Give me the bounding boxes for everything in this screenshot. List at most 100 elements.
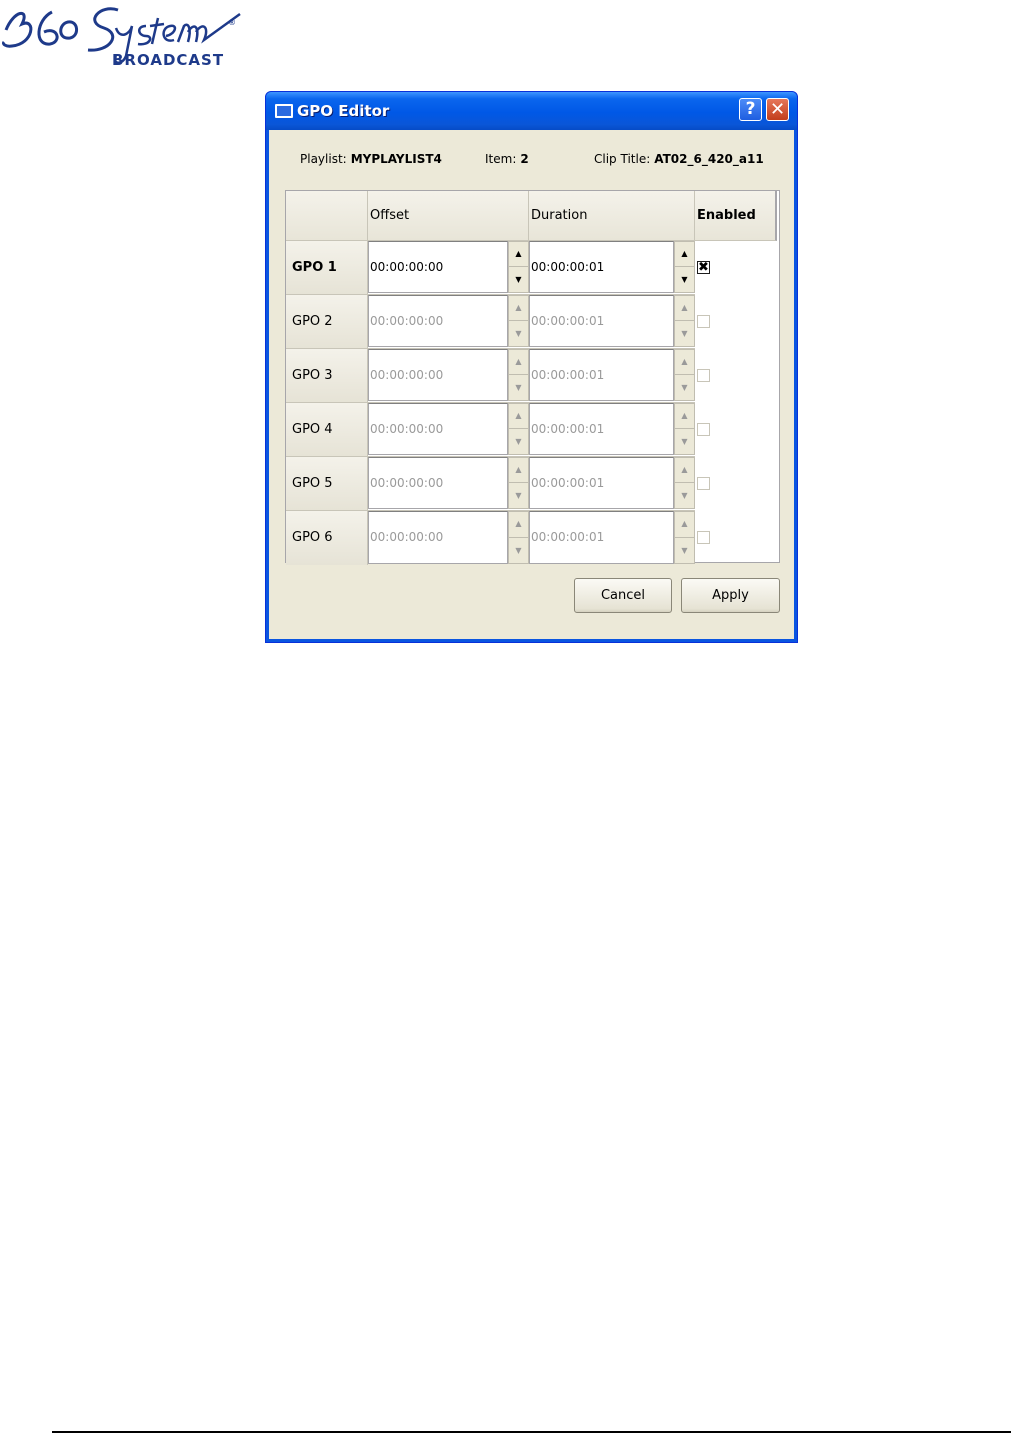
offset-spinbox-gpo-2: 00:00:00:00 ▲ ▼ [368, 295, 529, 349]
duration-input-gpo-4[interactable]: 00:00:00:01 [529, 403, 674, 455]
enabled-checkbox-gpo-1[interactable]: ✖ [697, 261, 710, 274]
row-header-gpo-1: GPO 1 [286, 241, 368, 295]
360-systems-logo: ® BROADCAST [0, 0, 250, 70]
spin-down-icon[interactable]: ▼ [509, 320, 528, 346]
duration-spinbox-gpo-1: 00:00:00:01 ▲ ▼ [529, 241, 695, 295]
duration-input-gpo-6[interactable]: 00:00:00:01 [529, 511, 674, 564]
offset-spin-buttons: ▲ ▼ [508, 457, 529, 509]
offset-spinbox-gpo-4: 00:00:00:00 ▲ ▼ [368, 403, 529, 457]
gpo-row-4: GPO 4 00:00:00:00 ▲ ▼ 00:00:00:01 ▲ ▼ [286, 403, 779, 457]
header-enabled[interactable]: Enabled [695, 191, 777, 241]
duration-spin-buttons: ▲ ▼ [674, 295, 695, 347]
offset-spin-buttons: ▲ ▼ [508, 403, 529, 455]
spin-up-icon[interactable]: ▲ [509, 350, 528, 375]
spin-down-icon[interactable]: ▼ [675, 266, 694, 292]
offset-input-gpo-2[interactable]: 00:00:00:00 [368, 295, 508, 347]
logo-graphic: ® BROADCAST [2, 7, 241, 69]
offset-spinbox-gpo-5: 00:00:00:00 ▲ ▼ [368, 457, 529, 511]
gpo-editor-dialog: GPO Editor ? ✕ Playlist: MYPLAYLIST4 Item… [265, 91, 798, 643]
offset-input-gpo-5[interactable]: 00:00:00:00 [368, 457, 508, 509]
spin-up-icon[interactable]: ▲ [675, 512, 694, 538]
spin-down-icon[interactable]: ▼ [675, 374, 694, 400]
spin-down-icon[interactable]: ▼ [675, 320, 694, 346]
gpo-label: GPO 5 [292, 476, 333, 491]
spin-up-icon[interactable]: ▲ [675, 404, 694, 429]
duration-spin-buttons: ▲ ▼ [674, 349, 695, 401]
help-button[interactable]: ? [739, 98, 762, 121]
duration-input-gpo-5[interactable]: 00:00:00:01 [529, 457, 674, 509]
spin-down-icon[interactable]: ▼ [509, 536, 528, 564]
offset-spinbox-gpo-6: 00:00:00:00 ▲ ▼ [368, 511, 529, 565]
cancel-button[interactable]: Cancel [574, 578, 672, 613]
duration-spinbox-gpo-6: 00:00:00:01 ▲ ▼ [529, 511, 695, 565]
duration-spin-buttons: ▲ ▼ [674, 241, 695, 293]
enabled-checkbox-gpo-3[interactable] [697, 369, 710, 382]
item-value: 2 [520, 152, 529, 166]
item-label: Item: [485, 152, 517, 166]
gpo-row-6: GPO 6 00:00:00:00 ▲ ▼ 00:00:00:01 ▲ ▼ [286, 511, 779, 565]
apply-button[interactable]: Apply [681, 578, 780, 613]
spin-up-icon[interactable]: ▲ [509, 512, 528, 538]
enabled-checkbox-gpo-2[interactable] [697, 315, 710, 328]
gpo-row-3: GPO 3 00:00:00:00 ▲ ▼ 00:00:00:01 ▲ ▼ [286, 349, 779, 403]
header-offset[interactable]: Offset [368, 191, 529, 241]
row-header-gpo-3: GPO 3 [286, 349, 368, 403]
spin-up-icon[interactable]: ▲ [675, 458, 694, 483]
offset-input-gpo-6[interactable]: 00:00:00:00 [368, 511, 508, 564]
spin-down-icon[interactable]: ▼ [675, 428, 694, 454]
spin-up-icon[interactable]: ▲ [509, 404, 528, 429]
gpo-row-2: GPO 2 00:00:00:00 ▲ ▼ 00:00:00:01 ▲ ▼ [286, 295, 779, 349]
gpo-row-5: GPO 5 00:00:00:00 ▲ ▼ 00:00:00:01 ▲ ▼ [286, 457, 779, 511]
duration-input-gpo-1[interactable]: 00:00:00:01 [529, 241, 674, 293]
header-duration[interactable]: Duration [529, 191, 695, 241]
gpo-grid: Offset Duration Enabled GPO 1 00:00:00:0… [285, 190, 780, 565]
dialog-client-area: Playlist: MYPLAYLIST4 Item: 2 Clip Title: A… [269, 130, 794, 639]
title-bar[interactable]: GPO Editor ? ✕ [266, 92, 797, 130]
playlist-value: MYPLAYLIST4 [350, 152, 442, 166]
spin-up-icon[interactable]: ▲ [509, 458, 528, 483]
spin-up-icon[interactable]: ▲ [509, 296, 528, 321]
enabled-checkbox-gpo-6[interactable] [697, 531, 710, 544]
offset-input-gpo-1[interactable]: 00:00:00:00 [368, 241, 508, 293]
spin-down-icon[interactable]: ▼ [675, 536, 694, 564]
enabled-cell-gpo-1: ✖ [695, 241, 779, 295]
spin-down-icon[interactable]: ▼ [509, 266, 528, 292]
spin-up-icon[interactable]: ▲ [675, 296, 694, 321]
enabled-cell-gpo-2 [695, 295, 779, 349]
duration-input-gpo-3[interactable]: 00:00:00:01 [529, 349, 674, 401]
header-offset-label: Offset [370, 208, 410, 223]
enabled-checkbox-gpo-5[interactable] [697, 477, 710, 490]
clip-title-value: AT02_6_420_a11 [654, 152, 764, 166]
offset-spin-buttons: ▲ ▼ [508, 241, 529, 293]
close-button[interactable]: ✕ [766, 98, 789, 121]
offset-spin-buttons: ▲ ▼ [508, 511, 529, 564]
gpo-label: GPO 1 [292, 260, 337, 275]
spin-down-icon[interactable]: ▼ [509, 482, 528, 508]
row-header-gpo-6: GPO 6 [286, 511, 368, 565]
offset-spin-buttons: ▲ ▼ [508, 349, 529, 401]
enabled-cell-gpo-5 [695, 457, 779, 511]
spin-down-icon[interactable]: ▼ [675, 482, 694, 508]
enabled-cell-gpo-3 [695, 349, 779, 403]
offset-spin-buttons: ▲ ▼ [508, 295, 529, 347]
spin-up-icon[interactable]: ▲ [675, 242, 694, 267]
duration-spinbox-gpo-2: 00:00:00:01 ▲ ▼ [529, 295, 695, 349]
enabled-checkbox-gpo-4[interactable] [697, 423, 710, 436]
spin-down-icon[interactable]: ▼ [509, 374, 528, 400]
row-header-gpo-4: GPO 4 [286, 403, 368, 457]
enabled-cell-gpo-4 [695, 403, 779, 457]
header-duration-label: Duration [531, 208, 588, 223]
duration-spinbox-gpo-3: 00:00:00:01 ▲ ▼ [529, 349, 695, 403]
enabled-cell-gpo-6 [695, 511, 779, 565]
spin-down-icon[interactable]: ▼ [509, 428, 528, 454]
gpo-label: GPO 4 [292, 422, 333, 437]
window-icon [275, 104, 293, 118]
duration-spin-buttons: ▲ ▼ [674, 403, 695, 455]
spin-up-icon[interactable]: ▲ [675, 350, 694, 375]
offset-input-gpo-4[interactable]: 00:00:00:00 [368, 403, 508, 455]
offset-input-gpo-3[interactable]: 00:00:00:00 [368, 349, 508, 401]
spin-up-icon[interactable]: ▲ [509, 242, 528, 267]
row-header-gpo-2: GPO 2 [286, 295, 368, 349]
duration-input-gpo-2[interactable]: 00:00:00:01 [529, 295, 674, 347]
item-info: Item: 2 [485, 152, 529, 166]
